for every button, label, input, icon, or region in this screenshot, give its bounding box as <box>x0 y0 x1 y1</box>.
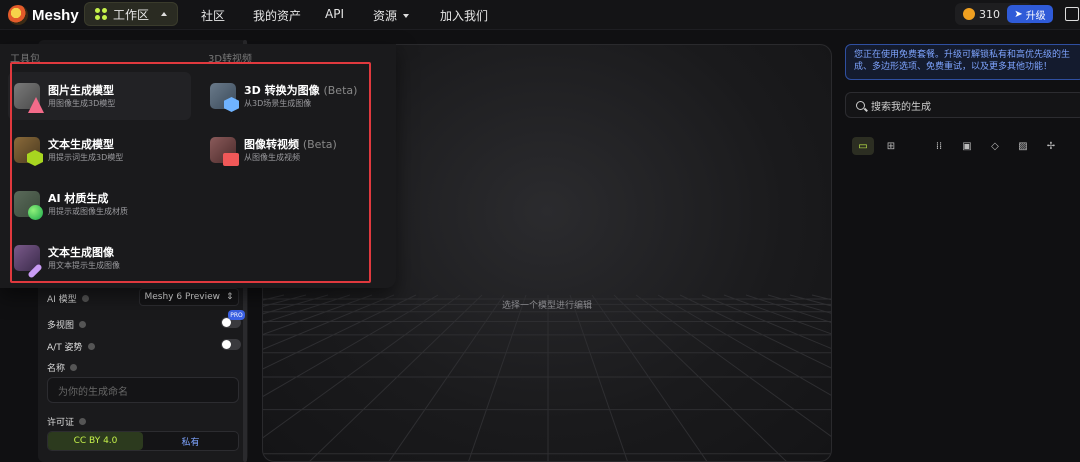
nav-resources[interactable]: 资源 <box>373 7 410 24</box>
top-bar: Meshy 工作区 社区 我的资产 API 资源 加入我们 310 ➤ 升级 <box>0 0 1080 30</box>
select-arrows-icon: ⇕ <box>225 292 234 302</box>
logo-icon <box>8 5 28 25</box>
folder-icon[interactable]: ▭ <box>852 137 874 155</box>
license-option-private[interactable]: 私有 <box>143 432 238 450</box>
gift-icon[interactable] <box>1065 7 1079 21</box>
upgrade-label: 升级 <box>1025 10 1046 22</box>
nav-resources-label: 资源 <box>373 9 398 23</box>
ai-model-label: AI 模型 <box>47 295 77 305</box>
multiview-label: 多视图 <box>47 321 75 331</box>
ai-model-select[interactable]: Meshy 6 Preview ⇕ <box>139 288 239 306</box>
name-label: 名称 <box>47 364 66 374</box>
name-input[interactable]: 为你的生成命名 <box>47 377 239 403</box>
search-placeholder: 搜索我的生成 <box>871 101 931 113</box>
filter-toolbar: ▭ ⊞ ⁞⁞ ▣ ◇ ▨ ✢ <box>852 137 1062 155</box>
upgrade-notice[interactable]: 您正在使用免费套餐。升级可解锁私有和高优先级的生成、多边形选项、免费重试，以及更… <box>845 44 1080 80</box>
rocket-icon: ➤ <box>1014 8 1023 20</box>
image-filter-icon[interactable]: ▣ <box>956 137 978 155</box>
workspace-icon <box>95 8 107 20</box>
cube-filter-icon[interactable]: ◇ <box>984 137 1006 155</box>
search-input[interactable]: 搜索我的生成 <box>845 92 1080 118</box>
license-row: 许可证 <box>47 415 87 428</box>
name-row: 名称 <box>47 361 78 374</box>
brand-name: Meshy <box>32 6 79 24</box>
multiview-row: 多视图 <box>47 318 87 331</box>
atpose-toggle[interactable] <box>221 339 241 350</box>
license-label: 许可证 <box>47 418 75 428</box>
grid-view-icon[interactable]: ⊞ <box>880 137 902 155</box>
viewport-hint: 选择一个模型进行编辑 <box>501 301 592 311</box>
coin-icon <box>963 8 975 20</box>
nav-my-assets[interactable]: 我的资产 <box>253 7 301 24</box>
pro-badge: PRO <box>228 310 245 320</box>
history-panel: 您正在使用免费套餐。升级可解锁私有和高优先级的生成、多边形选项、免费重试，以及更… <box>844 44 1080 462</box>
info-icon[interactable] <box>79 418 87 425</box>
credits-count: 310 <box>979 7 1000 21</box>
info-icon[interactable] <box>79 321 87 328</box>
chevron-up-icon <box>161 12 168 16</box>
license-option-cc-by[interactable]: CC BY 4.0 <box>48 432 143 450</box>
ai-model-row: AI 模型 <box>47 292 89 305</box>
ai-model-value: Meshy 6 Preview <box>144 292 220 302</box>
nav-join-us[interactable]: 加入我们 <box>440 7 488 24</box>
info-icon[interactable] <box>70 364 78 371</box>
chevron-down-icon <box>403 13 410 18</box>
nav-workspace-label: 工作区 <box>113 7 150 22</box>
nav-community[interactable]: 社区 <box>201 7 225 24</box>
annotation-highlight-box <box>10 62 371 283</box>
animation-filter-icon[interactable]: ✢ <box>1040 137 1062 155</box>
atpose-label: A/T 姿势 <box>47 343 83 353</box>
license-selector: CC BY 4.0 私有 <box>47 431 239 451</box>
nav-api[interactable]: API <box>325 7 344 21</box>
upgrade-button[interactable]: ➤ 升级 <box>1007 5 1053 23</box>
texture-filter-icon[interactable]: ▨ <box>1012 137 1034 155</box>
info-icon[interactable] <box>81 295 89 302</box>
info-icon[interactable] <box>87 343 95 350</box>
nav-workspace-button[interactable]: 工作区 <box>84 2 178 26</box>
brand-logo[interactable]: Meshy <box>8 5 79 25</box>
search-icon <box>856 100 865 110</box>
atpose-row: A/T 姿势 <box>47 340 95 353</box>
all-items-icon[interactable]: ⁞⁞ <box>928 137 950 155</box>
